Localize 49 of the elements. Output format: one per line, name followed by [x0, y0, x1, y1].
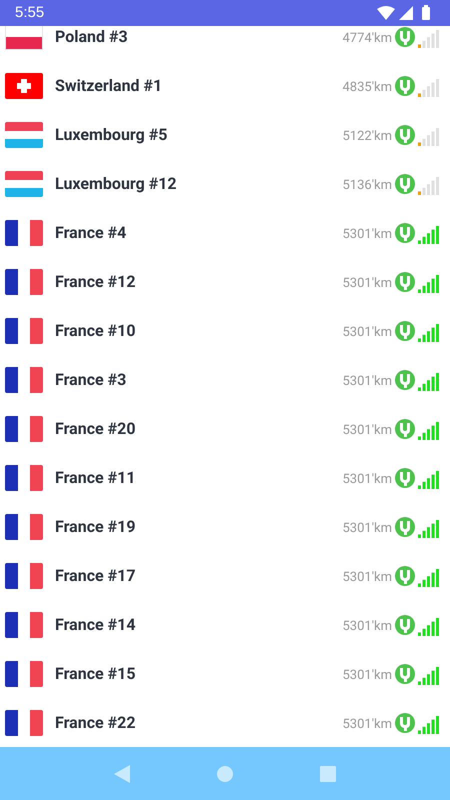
server-name: France #3 [55, 368, 128, 390]
distance-text: 4774'km [342, 30, 392, 48]
server-name: France #17 [55, 564, 136, 586]
home-icon[interactable] [216, 766, 233, 782]
distance-text: 5301'km [342, 716, 392, 734]
distance-text: 5301'km [342, 568, 392, 587]
server-name: France #11 [55, 466, 136, 488]
torrent-icon [395, 664, 415, 684]
distance-text: 5136'km [342, 176, 392, 195]
server-name: Poland #3 [55, 26, 129, 48]
torrent-icon [395, 418, 415, 438]
distance-text: 5301'km [342, 470, 392, 489]
torrent-icon [395, 614, 415, 634]
server-name: France #22 [55, 712, 136, 734]
server-name: France #10 [55, 320, 136, 342]
server-name: France #4 [55, 222, 128, 244]
distance-text: 5122'km [342, 128, 392, 146]
torrent-icon [395, 320, 415, 340]
torrent-icon [395, 222, 415, 242]
torrent-icon [395, 76, 415, 96]
distance-text: 5301'km [342, 618, 392, 636]
server-name: France #12 [55, 270, 136, 292]
server-name: France #19 [55, 516, 136, 538]
status-time: 5:55 [15, 2, 44, 23]
torrent-icon [395, 174, 415, 194]
torrent-icon [395, 124, 415, 144]
distance-text: 5301'km [342, 422, 392, 440]
server-name: France #20 [55, 418, 136, 440]
server-name: France #15 [55, 662, 136, 684]
server-name: France #14 [55, 614, 136, 636]
server-name: Luxembourg #12 [55, 172, 178, 194]
torrent-icon [395, 566, 415, 586]
torrent-icon [395, 468, 415, 488]
distance-text: 5301'km [342, 666, 392, 685]
server-name: Switzerland #1 [55, 74, 164, 96]
distance-text: 5301'km [342, 226, 392, 244]
torrent-icon [395, 712, 415, 732]
back-icon[interactable] [114, 764, 130, 782]
torrent-icon [395, 26, 415, 46]
server-name: Luxembourg #5 [55, 124, 168, 146]
torrent-icon [395, 272, 415, 292]
distance-text: 5301'km [342, 520, 392, 538]
torrent-icon [395, 516, 415, 536]
distance-text: 5301'km [342, 324, 392, 342]
distance-text: 4835'km [342, 78, 392, 97]
recents-icon[interactable] [320, 766, 336, 782]
distance-text: 5301'km [342, 274, 392, 293]
torrent-icon [395, 370, 415, 390]
distance-text: 5301'km [342, 372, 392, 391]
